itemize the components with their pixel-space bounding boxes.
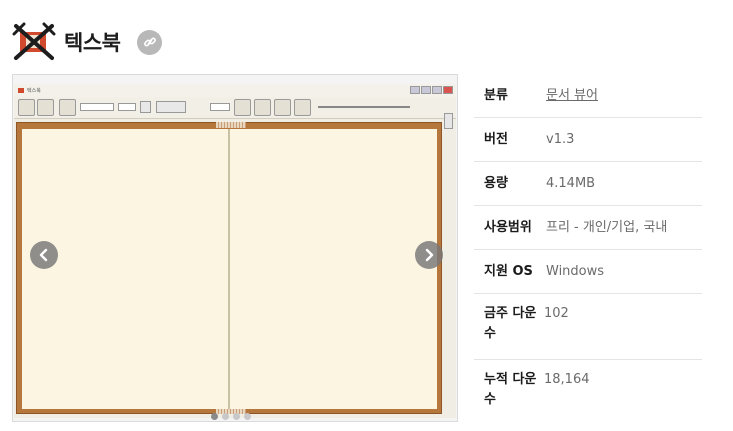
screenshot-titlebar: 텍스북 [14, 84, 456, 97]
chevron-right-icon [425, 248, 434, 262]
info-row-weekly-downloads: 금주 다운수 102 [474, 294, 702, 360]
info-row-os: 지원 OS Windows [474, 250, 702, 294]
next-page-icon [274, 99, 291, 116]
book-ribbon-top [216, 122, 246, 128]
info-label: 분류 [484, 87, 508, 103]
app-small-icon [18, 88, 24, 93]
info-label: 누적 다운수 [484, 372, 537, 407]
app-screenshot: 텍스북 [14, 84, 456, 418]
first-page-icon [234, 99, 251, 116]
info-row-license: 사용범위 프리 - 개인/기업, 국내 [474, 206, 702, 250]
size-select [118, 103, 136, 111]
info-label: 금주 다운수 [484, 306, 537, 341]
info-value: 문서 뷰어 [544, 86, 702, 106]
restore-icon [432, 86, 442, 94]
gallery-next-button[interactable] [415, 241, 443, 269]
screenshot-scrollbar [444, 113, 453, 129]
maximize-icon [421, 86, 431, 94]
info-value: 18,164 [544, 372, 590, 387]
screenshot-window-title: 텍스북 [27, 88, 41, 94]
close-icon [443, 86, 453, 94]
gallery-dot[interactable] [211, 413, 218, 420]
info-row-total-downloads: 누적 다운수 18,164 [474, 360, 702, 426]
app-title: 텍스북 [64, 31, 121, 55]
info-label: 버전 [484, 131, 508, 147]
book-page-left [22, 129, 229, 409]
info-label: 지원 OS [484, 263, 533, 279]
gallery-pagination [211, 413, 251, 420]
gallery-dot[interactable] [222, 413, 229, 420]
info-value: 102 [544, 306, 569, 321]
info-row-version: 버전 v1.3 [474, 118, 702, 162]
info-value: Windows [546, 263, 605, 279]
gallery-dot[interactable] [233, 413, 240, 420]
program-info-table: 분류 문서 뷰어 버전 v1.3 용량 4.14MB 사용범위 프리 - 개인/… [474, 74, 702, 426]
gallery-dot[interactable] [244, 413, 251, 420]
info-label: 용량 [484, 175, 508, 191]
last-page-icon [294, 99, 311, 116]
app-header: 텍스북 [12, 22, 163, 62]
open-book-icon [18, 99, 35, 116]
color-buttons [156, 101, 186, 113]
bookshelf-icon [37, 99, 54, 116]
prev-page-icon [254, 99, 271, 116]
font-select [80, 103, 114, 111]
link-icon[interactable] [137, 29, 163, 55]
texbook-logo-icon [12, 22, 58, 62]
info-value: v1.3 [546, 131, 575, 147]
book-page-right [230, 129, 437, 409]
gallery-prev-button[interactable] [30, 241, 58, 269]
book-view [16, 122, 442, 414]
info-row-category: 분류 문서 뷰어 [474, 74, 702, 118]
spacing-select [210, 103, 230, 111]
info-row-size: 용량 4.14MB [474, 162, 702, 206]
info-value: 프리 - 개인/기업, 국내 [546, 219, 668, 235]
bookmark-icon [59, 99, 76, 116]
minimize-icon [410, 86, 420, 94]
info-value: 4.14MB [546, 175, 596, 191]
page-slider [318, 106, 410, 108]
chevron-left-icon [39, 248, 48, 262]
info-label: 사용범위 [484, 219, 532, 235]
screenshot-gallery: 텍스북 [12, 74, 458, 422]
category-link[interactable]: 문서 뷰어 [546, 88, 598, 103]
b-toggle [140, 101, 151, 113]
screenshot-toolbar [14, 97, 456, 129]
